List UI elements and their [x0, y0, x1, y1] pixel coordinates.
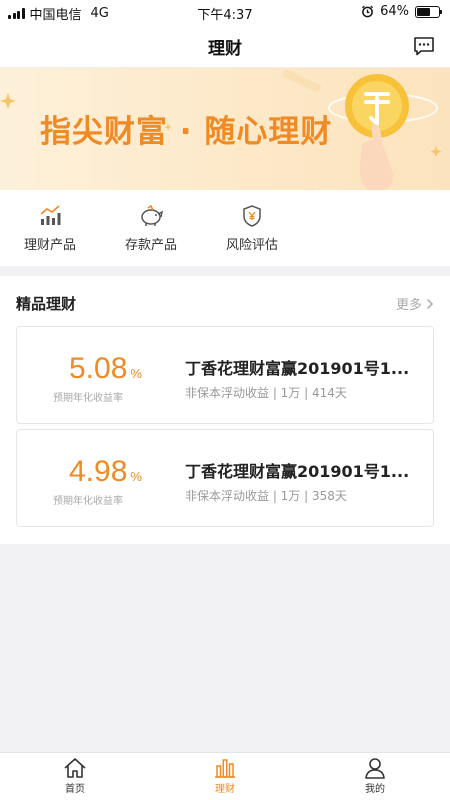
tab-label: 首页	[65, 784, 85, 795]
bar-chart-icon	[215, 759, 235, 778]
product-name: 丁香花理财富赢201901号1...	[185, 462, 410, 481]
quick-entry-label: 存款产品	[124, 238, 177, 253]
battery-icon	[415, 5, 442, 18]
quick-entry-risk-assessment[interactable]: 风险评估	[212, 204, 292, 253]
page-title: 理财	[208, 39, 242, 59]
more-label: 更多	[395, 298, 422, 313]
rate-percent: %	[130, 469, 142, 484]
quick-entry-label: 理财产品	[23, 238, 76, 253]
status-bar: 中国电信 4G 下午4:37 64%	[0, 0, 450, 24]
product-description: 非保本浮动收益 | 1万 | 358天	[185, 489, 347, 503]
quick-entry-deposit-products[interactable]: 存款产品	[111, 204, 191, 253]
quick-entry-wealth-products[interactable]: 理财产品	[10, 204, 90, 253]
tab-wealth[interactable]: 理财	[185, 757, 265, 795]
tab-label: 我的	[365, 784, 385, 795]
bottom-tab-bar: 首页 理财 我的	[0, 752, 450, 800]
product-rate: 5.08%	[69, 352, 142, 386]
product-rate: 4.98%	[69, 455, 142, 489]
message-icon[interactable]	[412, 34, 436, 58]
shield-yen-icon	[243, 205, 261, 227]
quick-entry-label: 风险评估	[225, 238, 278, 253]
tab-home[interactable]: 首页	[35, 757, 115, 795]
piggy-bank-icon	[141, 204, 164, 226]
rate-label: 预期年化收益率	[53, 393, 123, 404]
nav-bar: 理财	[0, 24, 450, 68]
rate-value: 5.08	[69, 352, 128, 385]
tab-label: 理财	[215, 784, 235, 795]
product-name: 丁香花理财富赢201901号1...	[185, 359, 410, 378]
more-link[interactable]: 更多	[396, 294, 434, 313]
status-right: 64%	[361, 4, 442, 19]
product-card[interactable]: 5.08% 预期年化收益率 丁香花理财富赢201901号1... 非保本浮动收益…	[16, 326, 434, 424]
battery-fill	[417, 7, 431, 16]
product-card[interactable]: 4.98% 预期年化收益率 丁香花理财富赢201901号1... 非保本浮动收益…	[16, 429, 434, 527]
rate-value: 4.98	[69, 455, 128, 488]
section-title: 精品理财	[16, 295, 77, 313]
rate-percent: %	[130, 366, 142, 381]
alarm-icon	[362, 5, 374, 18]
tab-mine[interactable]: 我的	[335, 757, 415, 795]
quick-entry-row: 理财产品 存款产品 风险评估	[0, 190, 450, 266]
featured-products-section: 精品理财 更多 5.08% 预期年化收益率 丁香花理财富赢201901号1...…	[0, 276, 450, 544]
promo-banner[interactable]: 指尖财富 · 随心理财	[0, 68, 450, 190]
rate-label: 预期年化收益率	[53, 496, 123, 507]
banner-slogan: 指尖财富 · 随心理财	[40, 114, 333, 150]
user-icon	[365, 758, 385, 779]
product-description: 非保本浮动收益 | 1万 | 414天	[185, 386, 347, 400]
home-icon	[64, 758, 86, 778]
chevron-right-icon	[426, 298, 434, 309]
chart-icon	[40, 205, 61, 225]
battery-label: 64%	[380, 4, 409, 19]
